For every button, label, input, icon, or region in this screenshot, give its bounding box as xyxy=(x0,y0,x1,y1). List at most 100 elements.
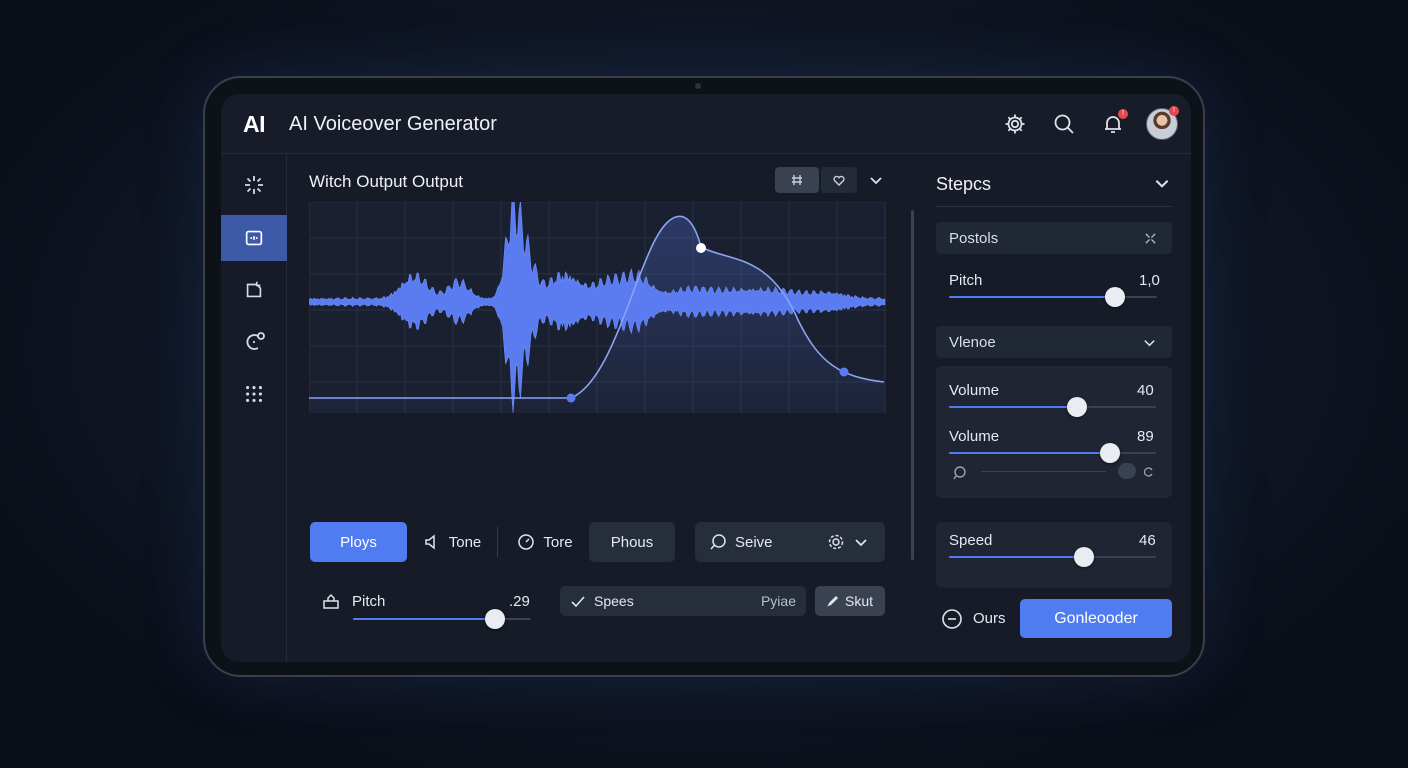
camera-dot xyxy=(695,83,701,89)
speed-slider-fill xyxy=(949,556,1084,558)
voice-box-icon xyxy=(245,230,263,246)
settings-title: Stepcs xyxy=(936,174,992,194)
app-window: AI AI Voiceover Generator ! ! Witch Outp… xyxy=(221,94,1191,662)
favorite-toggle[interactable] xyxy=(821,167,857,193)
right-pitch-label: Pitch xyxy=(949,272,983,289)
right-pitch-slider[interactable] xyxy=(949,287,1157,307)
right-pitch-slider-fill xyxy=(949,296,1116,298)
speed-slider[interactable] xyxy=(949,547,1156,567)
pitch-slider-thumb[interactable] xyxy=(485,609,506,629)
pitch-label: Pitch xyxy=(352,593,386,610)
section-header-postols[interactable]: Postols xyxy=(936,222,1172,254)
chevron-down-icon xyxy=(1144,340,1155,347)
panel-title: Witch Output Output xyxy=(309,172,464,191)
settings-small-icon xyxy=(828,534,844,550)
minus-circle-icon[interactable] xyxy=(941,608,963,630)
sidebar-item-voice-box[interactable] xyxy=(221,215,287,261)
grid-toggle-icon xyxy=(792,175,802,185)
waveform-display[interactable] xyxy=(309,202,886,413)
tone-label: Tone xyxy=(448,533,482,551)
settings-panel: Stepcs Postols Pitch 1,0 Vlenoe Volume 4… xyxy=(933,154,1191,662)
volume-card: Volume 40 Volume 89 xyxy=(936,366,1172,498)
chat-bubble-icon xyxy=(710,534,726,550)
grid-view-toggle[interactable] xyxy=(775,167,819,193)
speed-field[interactable]: Spees Pyiae xyxy=(560,586,806,616)
volume-label: Volume xyxy=(949,428,1000,445)
expand-icon xyxy=(1145,233,1156,244)
start-label: Skut xyxy=(844,593,873,609)
pen-icon xyxy=(827,595,839,607)
chevron-down-icon xyxy=(855,539,867,547)
envelope-point xyxy=(696,243,706,253)
volume-value: 40 xyxy=(1137,382,1154,399)
notification-badge: ! xyxy=(1118,109,1128,119)
volume-slider[interactable] xyxy=(949,397,1156,417)
chevron-down-icon[interactable] xyxy=(1153,174,1171,192)
volume-slider-fill xyxy=(949,406,1078,408)
right-pitch-slider-thumb[interactable] xyxy=(1105,287,1126,307)
envelope-point xyxy=(839,367,849,377)
avatar-badge: ! xyxy=(1169,106,1179,116)
mini-slider[interactable] xyxy=(981,471,1106,472)
control-divider xyxy=(497,527,498,557)
play-button[interactable]: Ploys xyxy=(310,522,407,562)
pitch-slider[interactable] xyxy=(353,609,531,629)
envelope-point xyxy=(566,393,576,403)
chat-bubble-icon xyxy=(953,466,966,480)
speed-slider-thumb[interactable] xyxy=(1073,547,1094,567)
speaker-icon xyxy=(424,534,435,550)
save-dropdown[interactable]: Seive xyxy=(695,522,885,562)
generate-button[interactable]: Gonleooder xyxy=(1020,599,1172,638)
pitch-value: .29 xyxy=(509,593,530,610)
main-panel: Witch Output Output Ploys Tone Tore Phou… xyxy=(287,154,912,662)
volume-slider-fill xyxy=(949,452,1111,454)
app-title: AI Voiceover Generator xyxy=(289,113,497,135)
check-icon xyxy=(571,596,585,608)
chevron-down-icon xyxy=(870,177,882,185)
section-label: Vlenoe xyxy=(949,334,996,351)
speed-field-label: Spees xyxy=(594,593,634,609)
heart-icon xyxy=(833,175,845,186)
sidebar-item-refresh[interactable] xyxy=(221,319,287,365)
section-header-vlenoe[interactable]: Vlenoe xyxy=(936,326,1172,358)
speed-field-value: Pyiae xyxy=(760,593,796,609)
sidebar-item-sparkle[interactable] xyxy=(221,162,287,208)
phous-button[interactable]: Phous xyxy=(589,522,675,562)
volume-slider-thumb[interactable] xyxy=(1067,397,1088,417)
pitch-icon xyxy=(323,593,339,609)
settings-divider xyxy=(936,206,1172,207)
tore-button[interactable]: Tore xyxy=(509,522,581,562)
speed-value: 46 xyxy=(1139,532,1156,549)
volume-slider-thumb[interactable] xyxy=(1100,443,1121,463)
panel-collapse-button[interactable] xyxy=(863,167,889,193)
sparkle-icon xyxy=(245,176,263,194)
waveform-svg xyxy=(309,202,886,413)
mini-toggle[interactable] xyxy=(1118,463,1136,479)
search-icon[interactable] xyxy=(1052,112,1076,136)
ours-button[interactable]: Ours xyxy=(973,610,1006,627)
pitch-slider-fill xyxy=(353,618,496,620)
sidebar-item-grid[interactable] xyxy=(221,371,287,417)
grid-icon xyxy=(246,386,262,402)
start-button[interactable]: Skut xyxy=(815,586,885,616)
top-bar: AI AI Voiceover Generator ! ! xyxy=(221,94,1191,154)
volume-slider[interactable] xyxy=(949,443,1156,463)
right-pitch-value: 1,0 xyxy=(1139,272,1160,289)
timer-icon xyxy=(518,534,535,550)
refresh-circle-icon xyxy=(246,332,265,350)
document-icon xyxy=(246,281,262,298)
settings-gear-icon[interactable] xyxy=(1003,112,1027,136)
tone-button[interactable]: Tone xyxy=(417,522,487,562)
section-label: Postols xyxy=(949,230,999,247)
app-logo: AI xyxy=(243,111,266,137)
sidebar-item-document[interactable] xyxy=(221,267,287,313)
save-label: Seive xyxy=(735,533,773,551)
sidebar xyxy=(221,154,287,662)
panel-scrollbar[interactable] xyxy=(911,210,914,560)
volume-label: Volume xyxy=(949,382,1000,399)
tablet-frame: AI AI Voiceover Generator ! ! Witch Outp… xyxy=(203,76,1205,677)
speed-label: Speed xyxy=(949,532,993,549)
speed-card: Speed 46 xyxy=(936,522,1172,588)
refresh-icon[interactable] xyxy=(1143,466,1155,478)
volume-value: 89 xyxy=(1137,428,1154,445)
